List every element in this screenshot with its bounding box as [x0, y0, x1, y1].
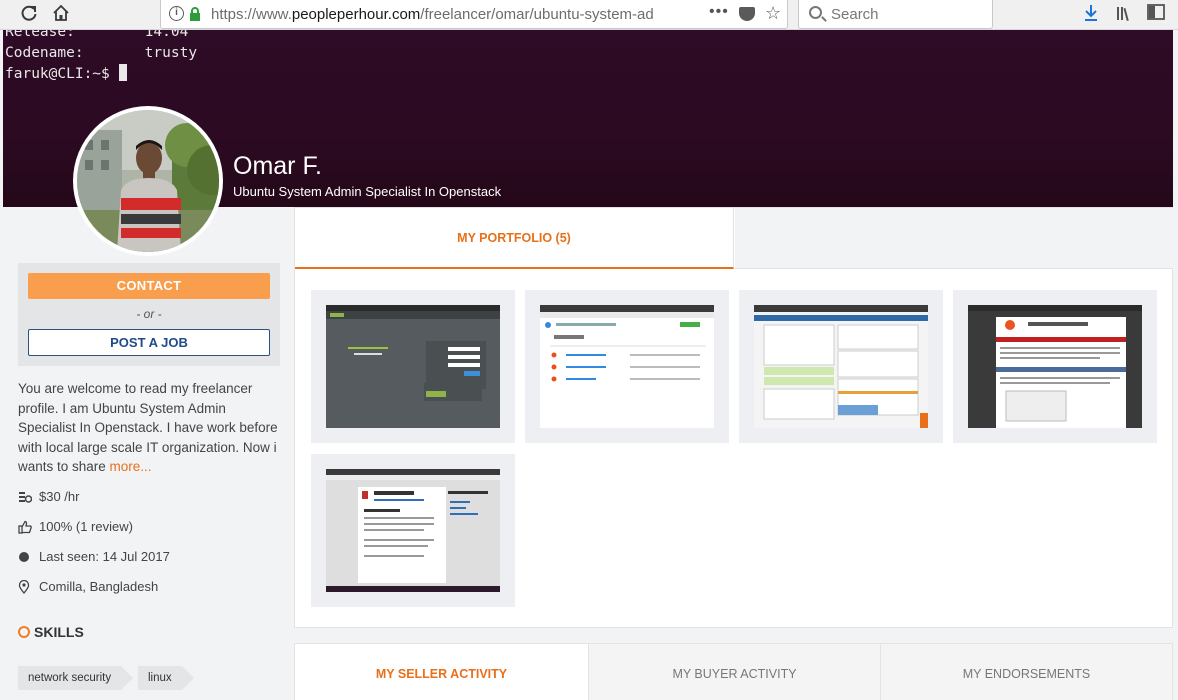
profile-facts: $30 /hr 100% (1 review) Last seen: 14 Ju… [18, 489, 278, 609]
profile-headline: Ubuntu System Admin Specialist In Openst… [233, 184, 502, 199]
activity-tabs: MY SELLER ACTIVITY MY BUYER ACTIVITY MY … [294, 643, 1173, 700]
bookmark-star-icon[interactable]: ☆ [765, 3, 781, 24]
portfolio-thumbnail [754, 305, 928, 428]
map-pin-icon [18, 579, 32, 595]
portfolio-item[interactable] [311, 454, 515, 607]
thumbs-up-icon [18, 520, 32, 534]
library-icon[interactable] [1115, 4, 1133, 27]
portfolio-thumbnail [326, 469, 500, 592]
lock-icon[interactable] [189, 7, 201, 21]
portfolio-item[interactable] [311, 290, 515, 443]
about-text: You are welcome to read my freelancer pr… [18, 381, 278, 474]
skills-heading: SKILLS [18, 624, 84, 640]
location: Comilla, Bangladesh [18, 579, 278, 609]
tab-my-seller-activity[interactable]: MY SELLER ACTIVITY [295, 644, 588, 700]
or-separator: - or - [136, 307, 162, 321]
page-actions-icon[interactable]: ••• [709, 3, 729, 21]
post-a-job-button[interactable]: POST A JOB [28, 329, 270, 356]
terminal-cursor [118, 64, 127, 81]
contact-box: CONTACT - or - POST A JOB [18, 263, 280, 366]
last-seen: Last seen: 14 Jul 2017 [18, 549, 278, 579]
downloads-icon[interactable] [1083, 4, 1099, 27]
more-link[interactable]: more... [110, 459, 152, 474]
status-dot-icon [18, 550, 32, 564]
pocket-icon[interactable] [739, 7, 755, 21]
url-bar[interactable]: i https://www.peopleperhour.com/freelanc… [160, 0, 788, 29]
site-info-icon[interactable]: i [169, 6, 184, 21]
tab-my-portfolio[interactable]: MY PORTFOLIO (5) [295, 208, 734, 269]
terminal-text: Release: 14.04 Codename: trusty faruk@CL… [5, 30, 198, 82]
tab-my-endorsements[interactable]: MY ENDORSEMENTS [880, 644, 1172, 700]
skills-ring-icon [18, 626, 30, 638]
portfolio-item[interactable] [525, 290, 729, 443]
portfolio-thumbnail [968, 305, 1142, 428]
tab-my-buyer-activity[interactable]: MY BUYER ACTIVITY [588, 644, 880, 700]
portfolio-item[interactable] [739, 290, 943, 443]
portfolio-panel: MY PORTFOLIO (5) [294, 207, 1173, 628]
skill-tag[interactable]: network security [18, 666, 134, 690]
sidebar-icon[interactable] [1147, 4, 1165, 25]
hourly-rate: $30 /hr [18, 489, 278, 519]
url-text[interactable]: https://www.peopleperhour.com/freelancer… [211, 6, 661, 23]
rate-icon [18, 490, 33, 504]
browser-toolbar: i https://www.peopleperhour.com/freelanc… [0, 0, 1178, 30]
skill-tag[interactable]: linux [138, 666, 194, 690]
portfolio-thumbnail [326, 305, 500, 428]
search-bar[interactable]: Search [798, 0, 993, 29]
reload-icon[interactable] [18, 4, 40, 26]
profile-sidebar: CONTACT - or - POST A JOB You are welcom… [3, 207, 293, 700]
search-placeholder: Search [831, 6, 879, 23]
profile-name: Omar F. [233, 152, 322, 180]
search-icon [809, 6, 822, 19]
tab-placeholder [735, 208, 1173, 269]
contact-button[interactable]: CONTACT [28, 273, 270, 299]
rating: 100% (1 review) [18, 519, 278, 549]
avatar[interactable] [73, 106, 223, 256]
home-icon[interactable] [50, 4, 72, 26]
portfolio-item[interactable] [953, 290, 1157, 443]
portfolio-thumbnail [540, 305, 714, 428]
